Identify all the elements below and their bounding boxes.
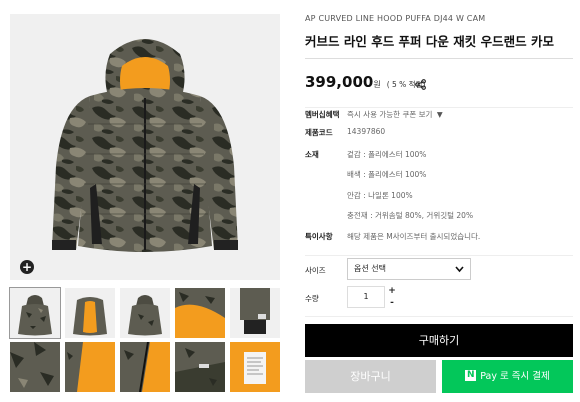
note-label: 특이사항 [305, 232, 333, 241]
thumbnail-lining-detail[interactable] [65, 342, 115, 392]
naver-pay-button[interactable]: N Pay 로 즉시 결제 [442, 360, 573, 393]
jacket-illustration [10, 14, 280, 280]
material-line: 배색 : 폴리에스터 100% [347, 170, 427, 179]
thumbnail-zipper-detail[interactable] [120, 342, 170, 392]
price-value: 399,000 [305, 73, 374, 91]
naver-pay-label: Pay 로 즉시 결제 [480, 371, 550, 382]
quantity-label: 수량 [305, 294, 319, 303]
size-label: 사이즈 [305, 266, 326, 275]
quantity-increase-button[interactable]: + [387, 286, 397, 296]
material-line: 안감 : 나일론 100% [347, 191, 413, 200]
naver-pay-logo-icon: N [465, 370, 477, 381]
quantity-decrease-button[interactable]: - [387, 298, 397, 308]
product-model-name: AP CURVED LINE HOOD PUFFA DJ44 W CAM [305, 14, 486, 23]
size-select-value: 옵션 선택 [354, 264, 386, 273]
share-icon[interactable] [415, 75, 426, 94]
material-line: 충전재 : 거위솜털 80%, 거위깃털 20% [347, 211, 474, 220]
divider [305, 58, 573, 59]
thumbnail-fabric-detail[interactable] [10, 342, 60, 392]
quantity-input[interactable]: 1 [347, 286, 385, 308]
thumbnail-pocket-detail[interactable] [175, 342, 225, 392]
thumbnail-front[interactable] [9, 287, 61, 339]
divider [305, 107, 573, 108]
product-gallery: + [10, 14, 280, 280]
thumbnail-hood-detail[interactable] [175, 288, 225, 338]
zoom-button[interactable]: + [20, 260, 34, 274]
divider [305, 316, 573, 317]
buy-now-button[interactable]: 구매하기 [305, 324, 573, 357]
membership-label: 멤버십혜택 [305, 110, 340, 119]
add-to-cart-button[interactable]: 장바구니 [305, 360, 436, 393]
product-code-value: 14397860 [347, 127, 386, 136]
material-line: 겉감 : 폴리에스터 100% [347, 150, 427, 159]
main-product-image[interactable] [10, 14, 280, 280]
thumbnail-label-detail[interactable] [230, 342, 280, 392]
coupon-link[interactable]: 즉시 사용 가능한 쿠폰 보기 ▼ [347, 109, 443, 120]
size-select[interactable]: 옵션 선택 [347, 258, 471, 280]
thumbnail-open-lining[interactable] [65, 288, 115, 338]
product-code-label: 제품코드 [305, 128, 333, 137]
thumbnail-cuff-detail[interactable] [230, 288, 280, 338]
thumbnail-back[interactable] [120, 288, 170, 338]
note-value: 해당 제품은 M사이즈부터 출시되었습니다. [347, 232, 481, 241]
price-unit: 원 [373, 80, 381, 89]
chevron-down-icon [455, 259, 464, 287]
product-title: 커브드 라인 후드 푸퍼 다운 재킷 우드랜드 카모 [305, 34, 554, 49]
divider [305, 255, 573, 256]
product-price: 399,000원( 5 % 적립) [305, 73, 425, 91]
material-label: 소재 [305, 150, 319, 159]
coupon-link-text: 즉시 사용 가능한 쿠폰 보기 [347, 110, 433, 119]
caret-down-icon: ▼ [436, 110, 443, 119]
